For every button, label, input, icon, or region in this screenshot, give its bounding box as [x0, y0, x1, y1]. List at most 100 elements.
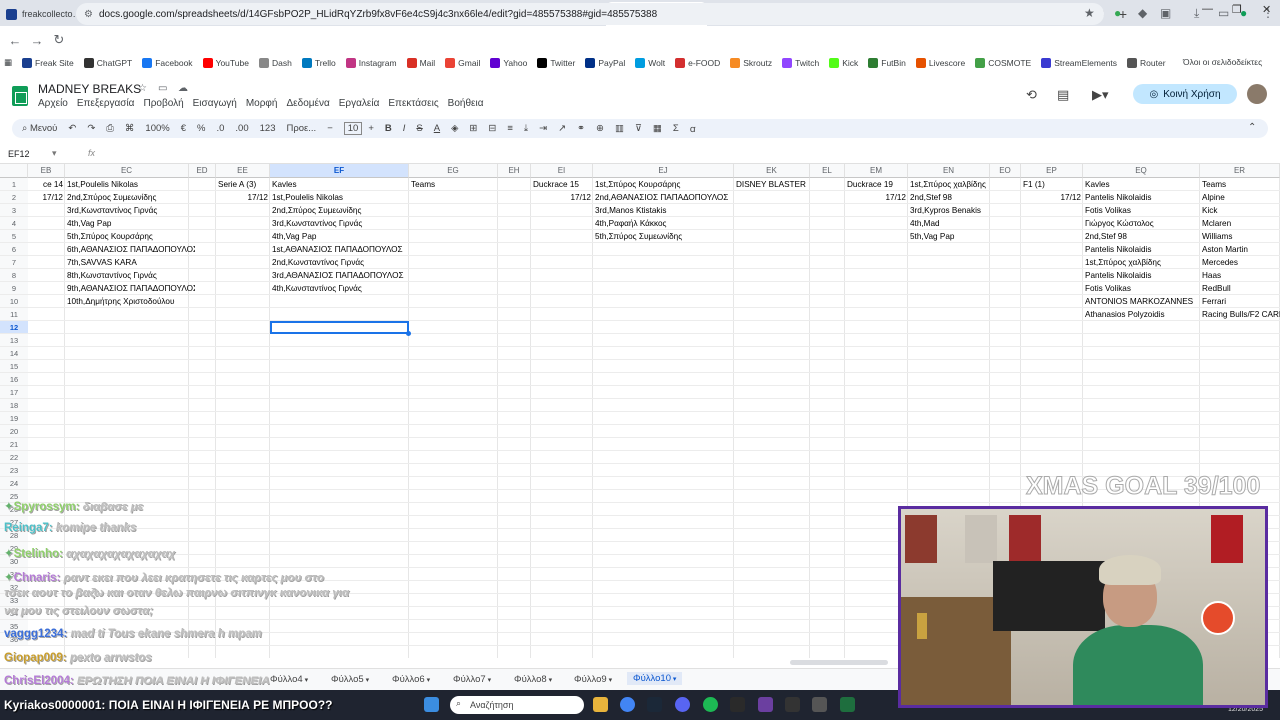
table-cell[interactable]: Kick [1200, 204, 1280, 217]
table-cell[interactable]: 3rd,ΑΘΑΝΑΣΙΟΣ ΠΑΠΑΔΟΠΟΥΛΟΣ [270, 269, 415, 282]
terminal-icon[interactable] [785, 697, 800, 712]
column-header[interactable]: EB [28, 164, 65, 178]
table-cell[interactable]: 1st,ΑΘΑΝΑΣΙΟΣ ΠΑΠΑΔΟΠΟΥΛΟΣ [270, 243, 415, 256]
input-tools-icon[interactable]: ꭤ [690, 122, 696, 135]
bookmark-item[interactable]: FutBin [868, 57, 906, 68]
profile-icon[interactable]: ● [1240, 6, 1247, 20]
table-cell[interactable]: 2nd,ΑΘΑΝΑΣΙΟΣ ΠΑΠΑΔΟΠΟΥΛΟΣ [593, 191, 740, 204]
table-cell[interactable]: 17/12 [531, 191, 593, 204]
sheet-tab[interactable]: Φύλλο9 ▾ [574, 674, 612, 685]
table-cell[interactable]: 1st,Σπύρος Κουρσάρης [593, 178, 740, 191]
bookmark-item[interactable]: ChatGPT [83, 57, 132, 68]
column-header[interactable]: EF [270, 164, 409, 178]
column-header[interactable]: EQ [1083, 164, 1200, 178]
bookmark-star-icon[interactable]: ★ [1084, 6, 1095, 20]
minimize-icon[interactable]: — [1202, 3, 1213, 15]
table-cell[interactable]: DISNEY BLASTER [734, 178, 810, 191]
sheet-tab[interactable]: Φύλλο7 ▾ [453, 674, 491, 685]
sheet-tab[interactable]: Φύλλο10 ▾ [627, 672, 683, 685]
filter-icon[interactable]: ⊽ [635, 123, 642, 134]
bookmark-item[interactable]: COSMOTE [975, 57, 1031, 68]
share-button[interactable]: ◎ Κοινή Χρήση [1133, 84, 1237, 104]
currency-format-button[interactable]: € [181, 123, 186, 134]
table-cell[interactable]: Athanasios Polyzoidis [1083, 308, 1200, 321]
media-icon[interactable] [812, 697, 827, 712]
move-folder-icon[interactable]: ▭ [158, 83, 167, 94]
star-icon[interactable]: ☆ [138, 83, 147, 94]
bookmark-item[interactable]: Instagram [345, 57, 397, 68]
sheet-tab[interactable]: Φύλλο4 ▾ [270, 674, 308, 685]
bookmark-item[interactable]: Freak Site [22, 57, 74, 68]
functions-icon[interactable]: Σ [673, 123, 679, 134]
table-cell[interactable]: 4th,Mad [908, 217, 990, 230]
bookmark-item[interactable]: PayPal [585, 57, 625, 68]
spotify-icon[interactable] [703, 697, 718, 712]
discord-icon[interactable] [675, 697, 690, 712]
sheet-tab[interactable]: Φύλλο8 ▾ [514, 674, 552, 685]
site-info-icon[interactable]: ⚙ [84, 9, 93, 20]
align-icon[interactable]: ≡ [507, 123, 513, 134]
table-cell[interactable]: 10th,Δημήτρης Χριστοδούλου [65, 295, 195, 308]
reload-icon[interactable]: ↻ [48, 32, 70, 48]
text-wrap-icon[interactable]: ⇥ [539, 123, 547, 134]
table-cell[interactable]: RedBull [1200, 282, 1280, 295]
extension-shield-icon[interactable]: ● [1114, 6, 1121, 20]
column-header[interactable]: EP [1021, 164, 1083, 178]
windows-start-icon[interactable] [424, 697, 439, 712]
table-cell[interactable]: Racing Bulls/F2 CARD [1200, 308, 1280, 321]
table-cell[interactable]: 4th,Ραφαήλ Κάκκος [593, 217, 740, 230]
history-icon[interactable]: ⟲ [1026, 87, 1037, 103]
column-header[interactable]: EE [216, 164, 270, 178]
select-all-corner[interactable] [0, 164, 28, 178]
table-cell[interactable]: Ferrari [1200, 295, 1280, 308]
text-color-icon[interactable]: A [434, 123, 440, 134]
bookmark-item[interactable]: Livescore [915, 57, 965, 68]
table-cell[interactable]: 17/12 [845, 191, 908, 204]
vertical-align-icon[interactable]: ⤓ [524, 123, 528, 134]
bookmark-item[interactable]: Kick [829, 57, 858, 68]
sheet-tab-menu-icon[interactable]: ▾ [364, 677, 370, 684]
menu-item[interactable]: Μορφή [246, 98, 278, 109]
column-header[interactable]: EN [908, 164, 990, 178]
table-cell[interactable]: 2nd,Σπύρος Συμεωνίδης [65, 191, 195, 204]
table-cell[interactable]: 6th,ΑΘΑΝΑΣΙΟΣ ΠΑΠΑΔΟΠΟΥΛΟΣ [65, 243, 195, 256]
menu-item[interactable]: Βοήθεια [448, 98, 484, 109]
font-size-increase-icon[interactable]: + [368, 123, 374, 134]
column-header[interactable]: ED [189, 164, 216, 178]
undo-icon[interactable]: ↶ [68, 123, 76, 134]
table-cell[interactable]: F1 (1) [1021, 178, 1083, 191]
table-cell[interactable]: 8th,Κωνσταντίνος Γιρνάς [65, 269, 195, 282]
menu-item[interactable]: Αρχείο [38, 98, 68, 109]
horizontal-scrollbar[interactable] [790, 660, 888, 665]
bookmark-item[interactable]: Skroutz [730, 57, 772, 68]
column-header[interactable]: EG [409, 164, 498, 178]
bookmark-item[interactable]: Wolt [635, 57, 665, 68]
search-menus[interactable]: ⌕ Μενού [22, 123, 57, 134]
fill-handle[interactable] [406, 331, 411, 336]
table-cell[interactable]: 4th,Κωνσταντίνος Γιρνάς [270, 282, 415, 295]
sheet-tab-menu-icon[interactable]: ▾ [486, 677, 492, 684]
table-cell[interactable]: Williams [1200, 230, 1280, 243]
bookmark-item[interactable]: Router [1127, 57, 1166, 68]
avatar[interactable] [1247, 84, 1267, 104]
table-cell[interactable]: ce 14 [28, 178, 65, 191]
bold-icon[interactable]: B [385, 123, 392, 134]
insert-comment-icon[interactable]: ⊕ [596, 123, 604, 134]
font-select[interactable]: Προε... [286, 123, 316, 134]
table-cell[interactable]: Kavles [270, 178, 415, 191]
bookmark-item[interactable]: Trello [301, 57, 336, 68]
strikethrough-icon[interactable]: S [416, 123, 422, 134]
table-cell[interactable]: 17/12 [1021, 191, 1083, 204]
decrease-decimal-button[interactable]: .0 [216, 123, 224, 134]
table-cell[interactable]: Pantelis Nikolaidis [1083, 243, 1200, 256]
url-field[interactable]: ⚙ docs.google.com/spreadsheets/d/14GFsbP… [76, 3, 1104, 25]
meet-icon[interactable]: ▶▾ [1092, 87, 1109, 103]
table-cell[interactable]: 5th,Vag Pap [908, 230, 990, 243]
column-header[interactable]: EK [734, 164, 810, 178]
menu-item[interactable]: Προβολή [143, 98, 183, 109]
sidepanel-icon[interactable]: ▭ [1218, 6, 1229, 20]
italic-icon[interactable]: I [403, 123, 406, 134]
column-header[interactable]: EI [531, 164, 593, 178]
table-cell[interactable]: 3rd,Κωνσταντίνος Γιρνάς [270, 217, 415, 230]
font-size-input[interactable]: 10 [343, 122, 363, 135]
